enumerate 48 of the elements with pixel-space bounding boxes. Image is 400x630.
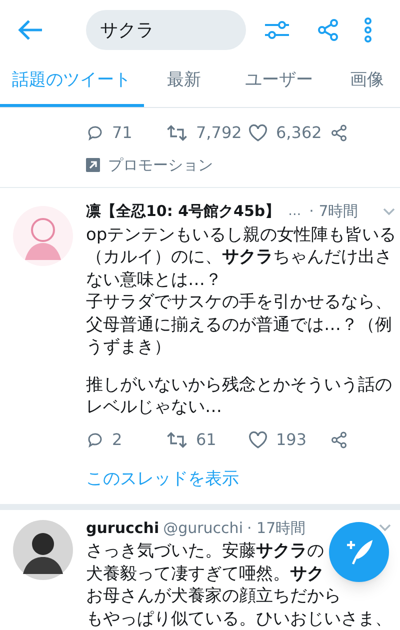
user-handle: @gurucchi	[163, 518, 243, 539]
like-count: 193	[276, 428, 307, 450]
retweet-icon[interactable]	[166, 430, 188, 448]
user-name[interactable]: gurucchi	[86, 516, 160, 540]
heart-icon[interactable]	[248, 430, 268, 448]
more-options-icon[interactable]	[364, 17, 372, 43]
filter-sliders-icon[interactable]	[264, 18, 290, 42]
tweet-time: · 7時間	[309, 201, 358, 222]
reply-icon[interactable]	[86, 124, 104, 142]
retweet-count: 61	[196, 428, 216, 450]
heart-icon[interactable]	[248, 124, 268, 142]
avatar[interactable]	[13, 520, 73, 580]
tweet-text-line: 推しがいないから残念とかそういう話の	[86, 374, 392, 396]
tab[interactable]: 話題のツイート	[0, 58, 144, 107]
retweet-count: 7,792	[196, 122, 242, 144]
share-icon[interactable]	[330, 430, 348, 448]
user-name[interactable]: 凛【全忍10: 4号館ク45b】	[86, 200, 280, 223]
promotion-label: プロモーション	[108, 155, 213, 176]
reply-icon[interactable]	[86, 430, 104, 448]
share-icon[interactable]	[330, 124, 348, 142]
tab[interactable]: 画像	[334, 58, 400, 107]
tweet-text-line: 犬養毅って凄すぎて唖然。サク	[86, 562, 324, 585]
back-arrow-icon[interactable]	[18, 19, 44, 41]
show-thread-link[interactable]: このスレッドを表示	[86, 466, 239, 492]
like-count: 6,362	[276, 122, 322, 144]
tweet-text-line: opテンテンもいるし親の女性陣も皆いる	[86, 224, 396, 246]
tab[interactable]: 最新	[144, 58, 224, 107]
reply-count: 2	[112, 428, 122, 450]
tweet-text-line: もやっぱり似ている。ひいおじいさま、	[86, 608, 392, 630]
tweet-text-line: レベルじゃない…	[86, 396, 222, 418]
tweet-time: · 17時間	[246, 518, 306, 539]
retweet-icon[interactable]	[166, 124, 188, 142]
compose-tweet-button[interactable]	[329, 522, 389, 582]
tweet-text-line: 子サラダでサスケの手を引かせるなら、	[86, 291, 392, 314]
share-icon[interactable]	[316, 18, 340, 42]
chevron-down-icon[interactable]	[378, 523, 392, 533]
tweet-text-line: 父母普通に揃えるのが普通では…？（例	[86, 314, 392, 336]
tab[interactable]: ユーザー	[224, 58, 334, 107]
promoted-icon	[86, 158, 100, 172]
tweet-text-line: お母さんが犬養家の顔立ちだから	[86, 585, 341, 608]
tweet-text-line: うずまき）	[86, 336, 171, 358]
feather-plus-icon	[344, 537, 374, 567]
tweet-text-line: （カルイ）のに、サクラちゃんだけ出さ	[86, 246, 392, 268]
reply-count: 71	[112, 122, 132, 144]
tweet-text-line: ない意味とは…？	[86, 268, 222, 291]
ellipsis: …	[288, 202, 302, 221]
tweet-text-line: さっき気づいた。安藤サクラの	[86, 540, 324, 562]
search-field[interactable]: サクラ	[86, 10, 246, 50]
